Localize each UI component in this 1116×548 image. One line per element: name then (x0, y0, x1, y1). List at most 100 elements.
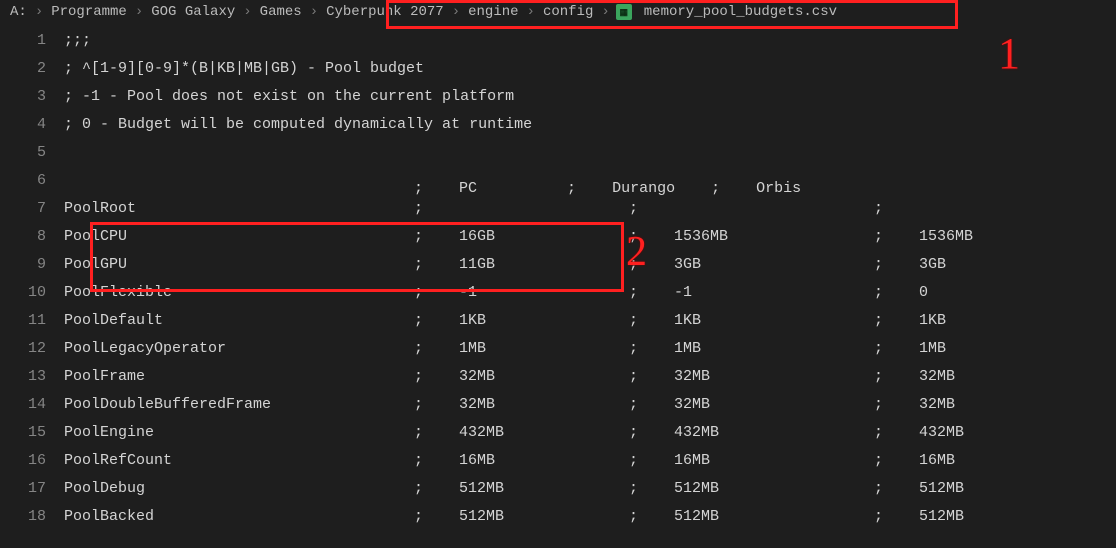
table-row[interactable]: PoolEngine; 432MB; 432MB; 432MB (64, 424, 1116, 441)
col-orbis: Orbis (756, 180, 801, 197)
breadcrumb-programme[interactable]: Programme (49, 4, 129, 20)
pool-name: PoolGPU (64, 256, 127, 273)
breadcrumb-cyberpunk-2077[interactable]: Cyberpunk 2077 (324, 4, 446, 20)
pool-durango: 512MB (674, 480, 719, 497)
pool-pc: 16GB (459, 228, 495, 245)
pool-name: PoolRoot (64, 200, 136, 217)
pool-durango: 1536MB (674, 228, 728, 245)
line-number-gutter: 1 2 3 4 5 6 7 8 9 10 11 12 13 14 15 16 1… (0, 26, 64, 530)
code-content[interactable]: ;;; ; ^[1-9][0-9]*(B|KB|MB|GB) - Pool bu… (64, 26, 1116, 530)
chevron-right-icon: › (243, 4, 251, 20)
pool-name: PoolEngine (64, 424, 154, 441)
line-number: 8 (0, 228, 64, 245)
pool-durango: 432MB (674, 424, 719, 441)
pool-durango: 3GB (674, 256, 701, 273)
chevron-right-icon: › (601, 4, 609, 20)
pool-pc: 432MB (459, 424, 504, 441)
pool-name: PoolCPU (64, 228, 127, 245)
line-number: 5 (0, 144, 64, 161)
pool-durango: 32MB (674, 396, 710, 413)
pool-pc: 512MB (459, 480, 504, 497)
pool-orbis: 1536MB (919, 228, 973, 245)
line-number: 16 (0, 452, 64, 469)
chevron-right-icon: › (452, 4, 460, 20)
line-number: 4 (0, 116, 64, 133)
col-pc: PC (459, 180, 477, 197)
pool-pc: 512MB (459, 508, 504, 525)
breadcrumb-config[interactable]: config (541, 4, 595, 20)
code-line[interactable]: ; -1 - Pool does not exist on the curren… (64, 88, 1116, 105)
line-number: 9 (0, 256, 64, 273)
pool-durango: -1 (674, 284, 692, 301)
table-row[interactable]: PoolDefault; 1KB; 1KB; 1KB (64, 312, 1116, 329)
breadcrumb: A: › Programme › GOG Galaxy › Games › Cy… (0, 0, 1116, 26)
pool-durango: 1KB (674, 312, 701, 329)
pool-orbis: 16MB (919, 452, 955, 469)
pool-orbis: 3GB (919, 256, 946, 273)
pool-orbis: 32MB (919, 368, 955, 385)
chevron-right-icon: › (527, 4, 535, 20)
pool-durango: 512MB (674, 508, 719, 525)
pool-pc: -1 (459, 284, 477, 301)
table-row[interactable]: PoolRefCount; 16MB; 16MB; 16MB (64, 452, 1116, 469)
breadcrumb-file[interactable]: memory_pool_budgets.csv (642, 4, 839, 20)
table-row[interactable]: PoolLegacyOperator; 1MB; 1MB; 1MB (64, 340, 1116, 357)
chevron-right-icon: › (135, 4, 143, 20)
line-number: 7 (0, 200, 64, 217)
pool-orbis: 1KB (919, 312, 946, 329)
breadcrumb-drive[interactable]: A: (8, 4, 29, 20)
pool-name: PoolLegacyOperator (64, 340, 226, 357)
pool-pc: 16MB (459, 452, 495, 469)
line-number: 12 (0, 340, 64, 357)
table-row[interactable]: PoolDoubleBufferedFrame; 32MB; 32MB; 32M… (64, 396, 1116, 413)
code-line[interactable]: ; 0 - Budget will be computed dynamicall… (64, 116, 1116, 133)
breadcrumb-gog-galaxy[interactable]: GOG Galaxy (149, 4, 237, 20)
table-row[interactable]: PoolGPU; 11GB; 3GB; 3GB (64, 256, 1116, 273)
line-number: 10 (0, 284, 64, 301)
table-row[interactable]: PoolCPU; 16GB; 1536MB; 1536MB (64, 228, 1116, 245)
code-line-header[interactable]: ; PC ; Durango ; Orbis (64, 163, 1116, 197)
pool-durango: 16MB (674, 452, 710, 469)
line-number: 2 (0, 60, 64, 77)
line-number: 6 (0, 172, 64, 189)
pool-name: PoolDoubleBufferedFrame (64, 396, 271, 413)
code-line[interactable]: ;;; (64, 32, 1116, 49)
pool-pc: 11GB (459, 256, 495, 273)
pool-name: PoolDebug (64, 480, 145, 497)
pool-durango: 32MB (674, 368, 710, 385)
pool-pc: 32MB (459, 396, 495, 413)
pool-orbis: 432MB (919, 424, 964, 441)
table-row[interactable]: PoolFrame; 32MB; 32MB; 32MB (64, 368, 1116, 385)
pool-orbis: 1MB (919, 340, 946, 357)
code-line[interactable]: ; ^[1-9][0-9]*(B|KB|MB|GB) - Pool budget (64, 60, 1116, 77)
pool-name: PoolBacked (64, 508, 154, 525)
pool-orbis: 0 (919, 284, 928, 301)
pool-pc: 1KB (459, 312, 486, 329)
table-row[interactable]: PoolBacked; 512MB; 512MB; 512MB (64, 508, 1116, 525)
breadcrumb-engine[interactable]: engine (466, 4, 520, 20)
pool-durango: 1MB (674, 340, 701, 357)
table-row[interactable]: PoolRoot; ; ; (64, 200, 1116, 217)
breadcrumb-games[interactable]: Games (258, 4, 304, 20)
pool-orbis: 32MB (919, 396, 955, 413)
pool-pc: 1MB (459, 340, 486, 357)
pool-orbis: 512MB (919, 508, 964, 525)
line-number: 18 (0, 508, 64, 525)
pool-name: PoolDefault (64, 312, 163, 329)
table-row[interactable]: PoolFlexible; -1; -1; 0 (64, 284, 1116, 301)
pool-name: PoolRefCount (64, 452, 172, 469)
csv-file-icon: ▦ (616, 4, 632, 20)
line-number: 13 (0, 368, 64, 385)
pool-name: PoolFrame (64, 368, 145, 385)
col-durango: Durango (612, 180, 675, 197)
line-number: 1 (0, 32, 64, 49)
pool-pc: 32MB (459, 368, 495, 385)
line-number: 17 (0, 480, 64, 497)
chevron-right-icon: › (310, 4, 318, 20)
line-number: 11 (0, 312, 64, 329)
code-editor[interactable]: 1 2 3 4 5 6 7 8 9 10 11 12 13 14 15 16 1… (0, 26, 1116, 530)
pool-orbis: 512MB (919, 480, 964, 497)
line-number: 15 (0, 424, 64, 441)
pool-name: PoolFlexible (64, 284, 172, 301)
table-row[interactable]: PoolDebug; 512MB; 512MB; 512MB (64, 480, 1116, 497)
